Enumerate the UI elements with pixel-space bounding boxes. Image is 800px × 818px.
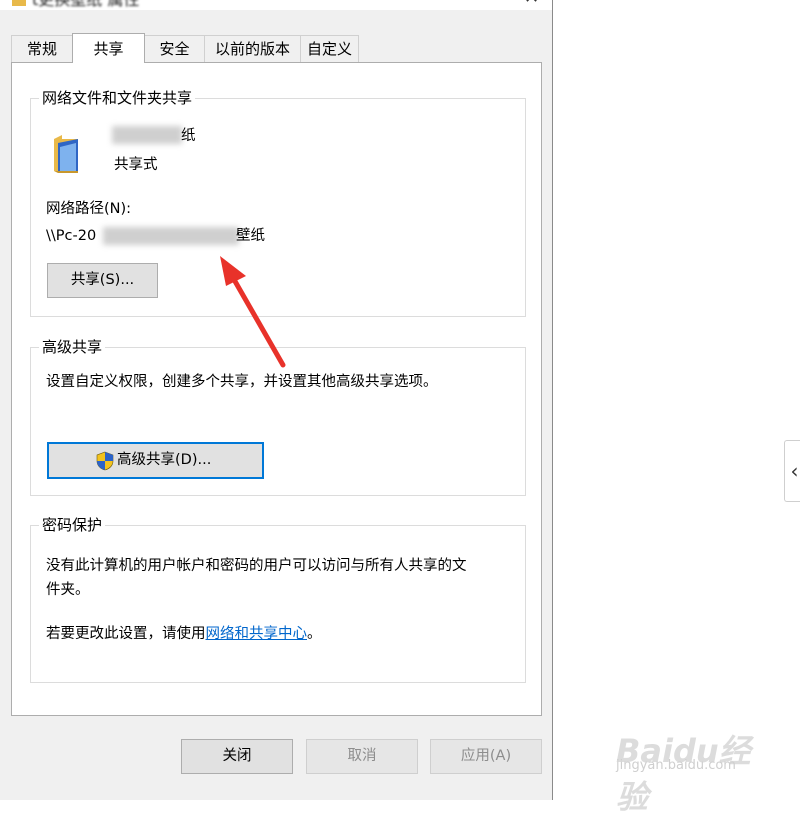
watermark-url: jingyan.baidu.com xyxy=(616,758,736,773)
arrow-head xyxy=(220,256,246,286)
side-expand-tab[interactable]: ‹ xyxy=(784,440,800,502)
tab-sharing[interactable]: 共享 xyxy=(72,33,145,63)
baidu-watermark: Baidu经验 jingyan.baidu.com xyxy=(612,712,772,816)
annotation-arrow xyxy=(220,256,286,368)
arrow-shaft xyxy=(229,273,286,368)
